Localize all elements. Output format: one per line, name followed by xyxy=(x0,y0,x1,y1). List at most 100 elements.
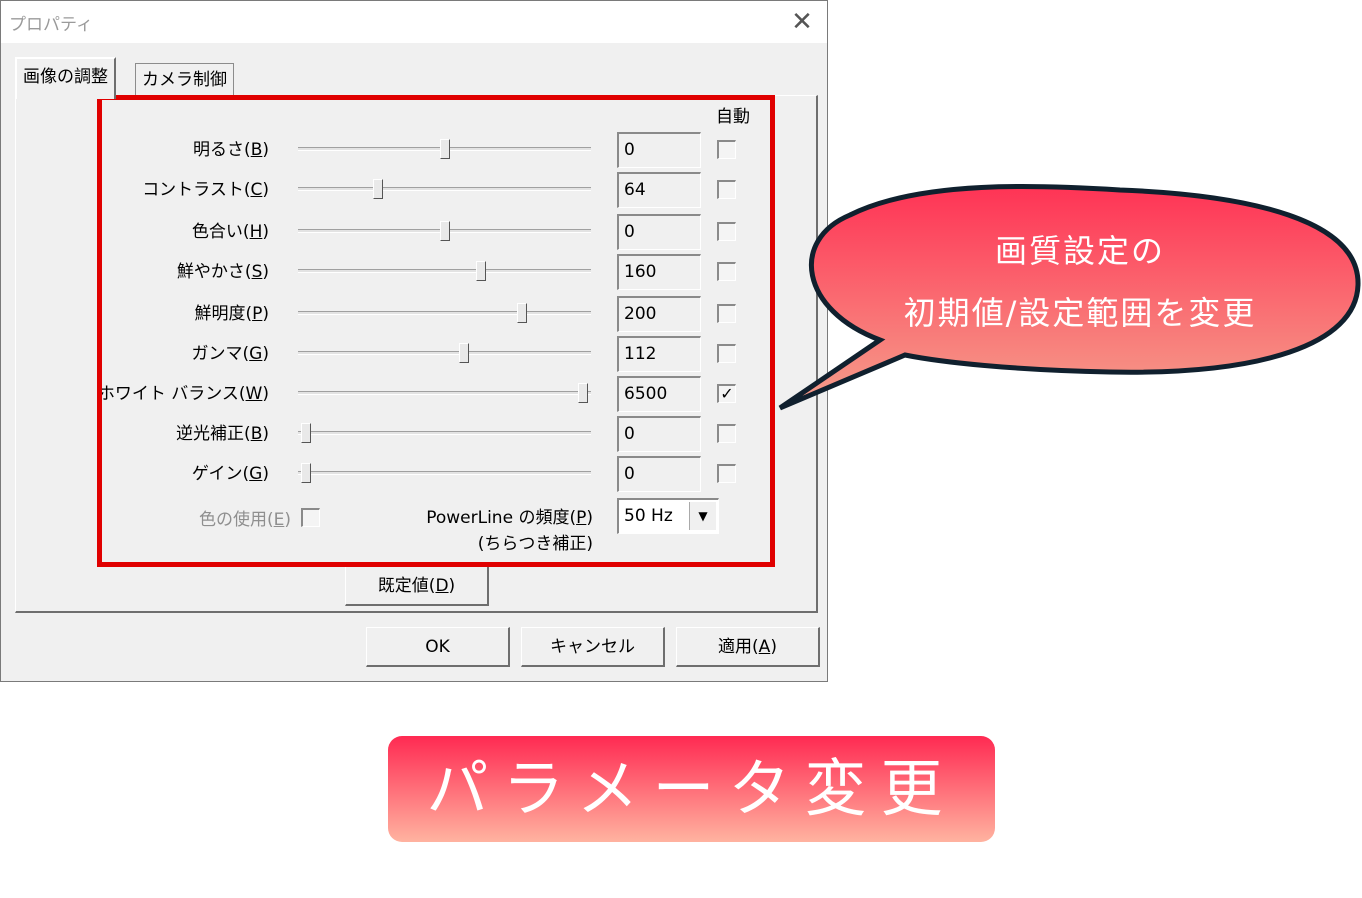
row-label-text: 色合い( xyxy=(191,222,250,242)
value-field[interactable]: 112 xyxy=(617,336,701,372)
slider-track[interactable] xyxy=(298,269,591,273)
row-label-paren: ) xyxy=(262,464,269,484)
slider-thumb[interactable] xyxy=(517,303,528,323)
auto-checkbox[interactable]: ✓ xyxy=(717,384,736,403)
properties-dialog: プロパティ ✕ 画像の調整 カメラ制御 自動 明るさ(B) 0 コントラスト(C) 6… xyxy=(0,0,828,682)
row-label-text: 逆光補正( xyxy=(176,424,251,444)
chevron-down-icon[interactable]: ▼ xyxy=(689,502,716,530)
apply-button[interactable]: 適用(A) xyxy=(676,627,820,667)
apply-button-paren: ) xyxy=(770,637,777,657)
auto-column-header: 自動 xyxy=(716,107,750,127)
slider-thumb[interactable] xyxy=(458,343,469,363)
row-label-accel: B xyxy=(250,424,263,444)
slider-track[interactable] xyxy=(298,187,591,191)
row-label-text: コントラスト( xyxy=(142,180,251,200)
color-use-accel: E xyxy=(273,510,285,530)
auto-checkbox[interactable] xyxy=(717,304,736,323)
row-label-paren: ) xyxy=(262,222,269,242)
default-button-accel: D xyxy=(435,576,449,596)
slider-track[interactable] xyxy=(298,311,591,315)
auto-checkbox[interactable] xyxy=(717,424,736,443)
row-label: 明るさ(B) xyxy=(9,135,269,160)
value-field[interactable]: 200 xyxy=(617,296,701,332)
color-use-checkbox[interactable] xyxy=(301,508,320,527)
slider-thumb[interactable] xyxy=(439,221,450,241)
row-label: ホワイト バランス(W) xyxy=(9,379,269,404)
default-button-paren: ) xyxy=(448,576,456,596)
slider-thumb[interactable] xyxy=(301,463,311,483)
slider-thumb[interactable] xyxy=(475,261,486,281)
powerline-paren: ) xyxy=(586,508,593,528)
ok-button[interactable]: OK xyxy=(366,627,510,667)
tab-image-adjust[interactable]: 画像の調整 xyxy=(15,57,116,99)
auto-checkbox[interactable] xyxy=(717,222,736,241)
slider-thumb[interactable] xyxy=(373,179,384,199)
row-label-paren: ) xyxy=(262,384,269,404)
powerline-label: PowerLine の頻度(P) xyxy=(333,503,593,528)
title-bar: プロパティ ✕ xyxy=(1,1,827,43)
color-use-text: 色の使用( xyxy=(198,510,274,530)
row-label-text: 鮮やかさ( xyxy=(176,262,252,282)
value-field[interactable]: 160 xyxy=(617,254,701,290)
row-label-accel: B xyxy=(250,140,263,160)
value-field[interactable]: 0 xyxy=(617,214,701,250)
powerline-selected-value: 50 Hz xyxy=(624,506,673,526)
slider-track[interactable] xyxy=(298,471,591,475)
row-label-text: 鮮明度( xyxy=(194,304,253,324)
auto-checkbox[interactable] xyxy=(717,262,736,281)
row-label: 鮮明度(P) xyxy=(9,299,269,324)
cancel-button[interactable]: キャンセル xyxy=(521,627,665,667)
row-label-text: ゲイン( xyxy=(191,464,250,484)
tab-camera-control[interactable]: カメラ制御 xyxy=(135,63,234,97)
auto-checkbox[interactable] xyxy=(717,464,736,483)
callout-text: 画質設定の 初期値/設定範囲を変更 xyxy=(880,220,1280,344)
row-label-text: 明るさ( xyxy=(193,140,251,160)
close-icon[interactable]: ✕ xyxy=(787,7,817,37)
row-label-paren: ) xyxy=(262,424,269,444)
callout-line-2: 初期値/設定範囲を変更 xyxy=(903,294,1257,332)
value-field[interactable]: 0 xyxy=(617,456,701,492)
row-label-accel: G xyxy=(249,344,263,364)
row-label-paren: ) xyxy=(262,140,269,160)
value-field[interactable]: 64 xyxy=(617,172,701,208)
dialog-title: プロパティ xyxy=(9,15,93,35)
slider-track[interactable] xyxy=(298,391,591,395)
auto-checkbox[interactable] xyxy=(717,140,736,159)
row-label-paren: ) xyxy=(262,180,269,200)
row-label-text: ガンマ( xyxy=(191,344,250,364)
slider-thumb[interactable] xyxy=(578,383,588,403)
row-label: コントラスト(C) xyxy=(9,175,269,200)
value-field[interactable]: 0 xyxy=(617,416,701,452)
row-label: 逆光補正(B) xyxy=(9,419,269,444)
row-label-accel: P xyxy=(252,304,263,324)
slider-track[interactable] xyxy=(298,431,591,435)
slider-thumb[interactable] xyxy=(439,139,450,159)
row-label-text: ホワイト バランス( xyxy=(97,384,246,404)
apply-button-accel: A xyxy=(758,637,771,657)
color-use-paren: ) xyxy=(284,510,291,530)
default-values-button[interactable]: 既定値(D) xyxy=(345,566,489,606)
row-label-paren: ) xyxy=(262,262,269,282)
value-field[interactable]: 0 xyxy=(617,132,701,168)
apply-button-text: 適用( xyxy=(718,637,759,657)
row-label: ゲイン(G) xyxy=(9,459,269,484)
row-label-accel: G xyxy=(249,464,263,484)
row-label-accel: C xyxy=(250,180,263,200)
powerline-text: PowerLine の頻度( xyxy=(426,508,577,528)
powerline-sublabel: (ちらつき補正) xyxy=(477,534,593,554)
row-label-accel: S xyxy=(251,262,263,282)
row-label-accel: W xyxy=(245,384,263,404)
row-label: ガンマ(G) xyxy=(9,339,269,364)
default-button-text: 既定値( xyxy=(377,576,436,596)
auto-checkbox[interactable] xyxy=(717,180,736,199)
auto-checkbox[interactable] xyxy=(717,344,736,363)
callout-line-1: 画質設定の xyxy=(994,232,1165,270)
color-use-label: 色の使用(E) xyxy=(31,505,291,530)
row-label: 色合い(H) xyxy=(9,217,269,242)
row-label: 鮮やかさ(S) xyxy=(9,257,269,282)
powerline-frequency-select[interactable]: 50 Hz ▼ xyxy=(617,498,719,534)
parameter-change-banner: パラメータ変更 xyxy=(388,736,995,842)
slider-thumb[interactable] xyxy=(301,423,311,443)
value-field[interactable]: 6500 xyxy=(617,376,701,412)
slider-track[interactable] xyxy=(298,351,591,355)
